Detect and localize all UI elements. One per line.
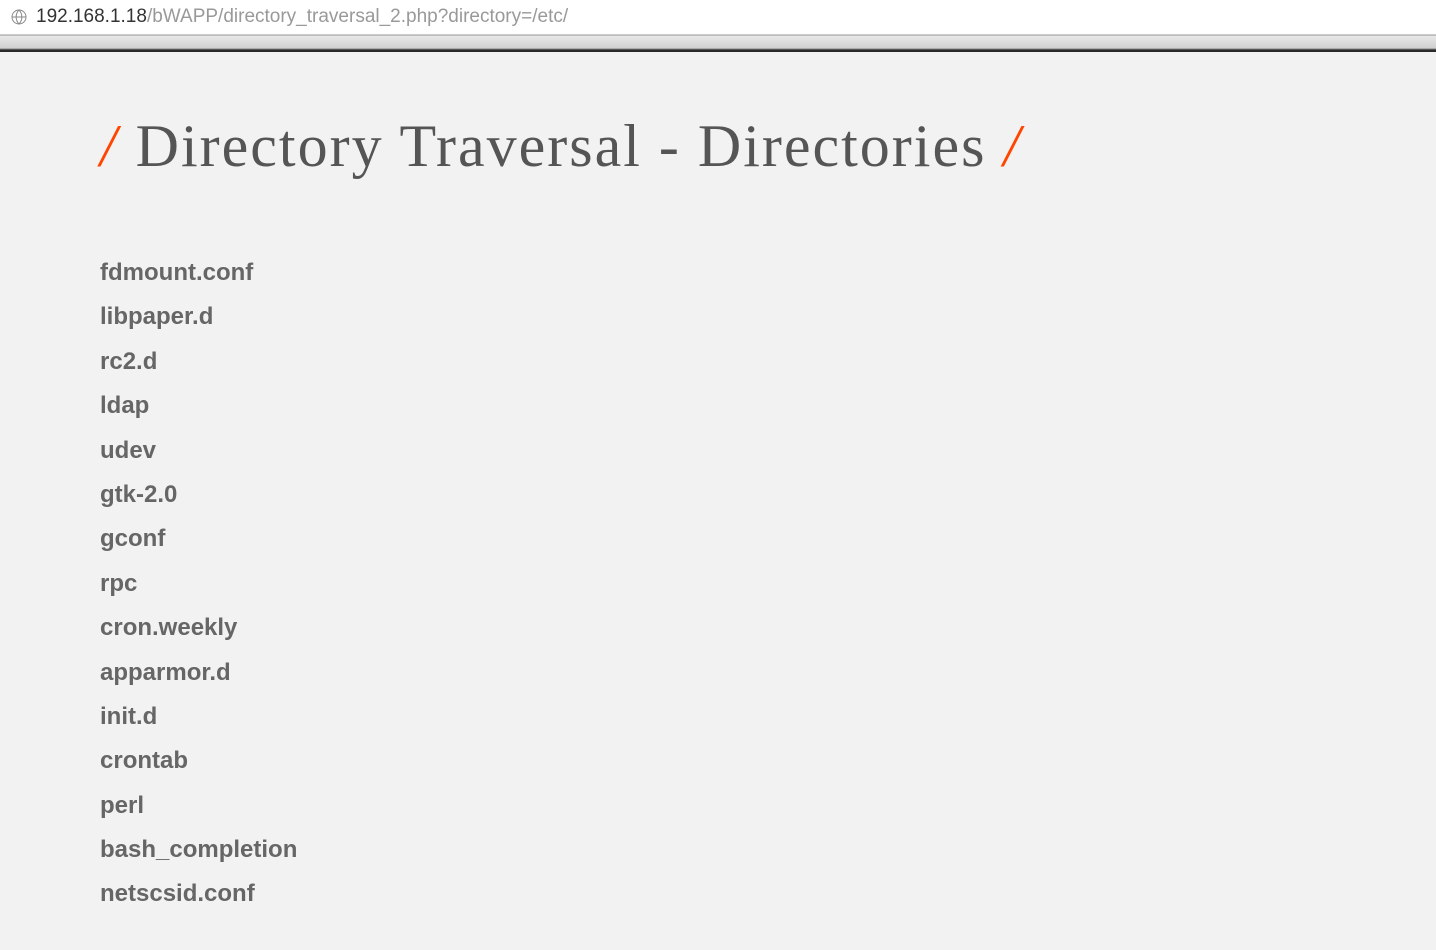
list-item: cron.weekly (100, 606, 1336, 650)
list-item: init.d (100, 695, 1336, 739)
list-item: perl (100, 784, 1336, 828)
list-item: bash_completion (100, 828, 1336, 872)
file-link[interactable]: apparmor.d (100, 659, 231, 686)
file-link[interactable]: udev (100, 437, 156, 464)
browser-address-bar[interactable]: 192.168.1.18/bWAPP/directory_traversal_2… (0, 0, 1436, 35)
title-slash-right: / (1003, 113, 1022, 179)
list-item: gconf (100, 517, 1336, 561)
url-text: 192.168.1.18/bWAPP/directory_traversal_2… (36, 6, 568, 28)
file-link[interactable]: ldap (100, 392, 149, 419)
list-item: libpaper.d (100, 295, 1336, 339)
url-path: /bWAPP/directory_traversal_2.php?directo… (147, 6, 568, 27)
list-item: fdmount.conf (100, 251, 1336, 295)
browser-chrome-divider (0, 35, 1436, 49)
list-item: gtk-2.0 (100, 473, 1336, 517)
list-item: udev (100, 429, 1336, 473)
file-link[interactable]: bash_completion (100, 836, 297, 863)
page-title: / Directory Traversal - Directories / (100, 112, 1336, 181)
title-text: Directory Traversal - Directories (119, 113, 1004, 179)
file-link[interactable]: netscsid.conf (100, 880, 255, 907)
title-slash-left: / (100, 113, 119, 179)
directory-listing: fdmount.conf libpaper.d rc2.d ldap udev … (100, 251, 1336, 917)
file-link[interactable]: libpaper.d (100, 303, 213, 330)
file-link[interactable]: cron.weekly (100, 614, 237, 641)
list-item: netscsid.conf (100, 872, 1336, 916)
file-link[interactable]: init.d (100, 703, 157, 730)
page-content: / Directory Traversal - Directories / fd… (0, 52, 1436, 937)
file-link[interactable]: rpc (100, 570, 137, 597)
list-item: ldap (100, 384, 1336, 428)
list-item: apparmor.d (100, 651, 1336, 695)
url-host: 192.168.1.18 (36, 6, 147, 27)
file-link[interactable]: rc2.d (100, 348, 157, 375)
file-link[interactable]: fdmount.conf (100, 259, 253, 286)
file-link[interactable]: gtk-2.0 (100, 481, 177, 508)
file-link[interactable]: crontab (100, 747, 188, 774)
file-link[interactable]: perl (100, 792, 144, 819)
globe-icon (10, 8, 28, 26)
list-item: rpc (100, 562, 1336, 606)
list-item: crontab (100, 739, 1336, 783)
list-item: rc2.d (100, 340, 1336, 384)
file-link[interactable]: gconf (100, 525, 165, 552)
